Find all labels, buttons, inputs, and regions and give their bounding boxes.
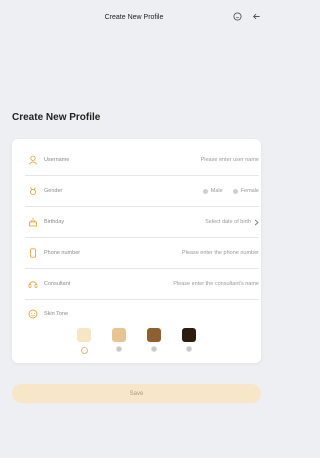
phone-input[interactable]: Please enter the phone number — [182, 250, 259, 256]
gender-options: Male Female — [193, 188, 259, 194]
skin-radio-4[interactable] — [186, 346, 192, 352]
consultant-row[interactable]: Consultant Please enter the consultant's… — [25, 269, 259, 300]
cake-icon — [27, 216, 39, 228]
phone-row[interactable]: Phone number Please enter the phone numb… — [25, 238, 259, 269]
face-icon — [27, 308, 39, 320]
skin-swatch-2[interactable] — [112, 328, 126, 342]
gender-icon — [27, 185, 39, 197]
home-icon[interactable] — [231, 10, 243, 22]
profile-form-card: Username Please enter user name Gender M… — [12, 139, 261, 363]
headset-icon — [27, 278, 39, 290]
person-icon — [27, 154, 39, 166]
top-bar: Create New Profile — [0, 0, 268, 34]
radio-female[interactable] — [232, 188, 238, 194]
chevron-right-icon — [254, 218, 259, 226]
birthday-label: Birthday — [44, 219, 65, 225]
username-row[interactable]: Username Please enter user name — [25, 145, 259, 176]
gender-option-label: Female — [240, 188, 259, 194]
birthday-value: Select date of birth — [205, 219, 251, 225]
username-input[interactable]: Please enter user name — [201, 157, 259, 163]
skin-swatch-3[interactable] — [147, 328, 161, 342]
username-label: Username — [44, 157, 70, 163]
skin-swatch-4[interactable] — [182, 328, 196, 342]
skin-radio-3[interactable] — [151, 346, 157, 352]
skin-radio-1[interactable] — [80, 347, 88, 354]
birthday-row[interactable]: Birthday Select date of birth — [25, 207, 259, 238]
skin-swatch-1[interactable] — [77, 328, 91, 342]
gender-label: Gender — [44, 188, 63, 194]
radio-male[interactable] — [202, 188, 208, 194]
phone-icon — [27, 247, 39, 259]
consultant-label: Consultant — [44, 281, 71, 287]
birthday-picker[interactable]: Select date of birth — [205, 218, 259, 226]
gender-option-male[interactable]: Male — [202, 188, 223, 194]
header-title: Create New Profile — [104, 13, 164, 21]
skin-tone-row: Skin Tone — [25, 304, 259, 324]
gender-option-label: Male — [210, 188, 223, 194]
phone-label: Phone number — [44, 250, 81, 256]
skin-tone-label: Skin Tone — [44, 311, 69, 317]
gender-option-female[interactable]: Female — [232, 188, 259, 194]
page-title: Create New Profile — [12, 112, 101, 123]
skin-radio-2[interactable] — [116, 346, 122, 352]
back-arrow-icon[interactable] — [250, 10, 262, 22]
consultant-input[interactable]: Please enter the consultant's name — [173, 281, 259, 287]
save-button[interactable]: Save — [12, 384, 261, 403]
gender-row: Gender Male Female — [25, 176, 259, 207]
